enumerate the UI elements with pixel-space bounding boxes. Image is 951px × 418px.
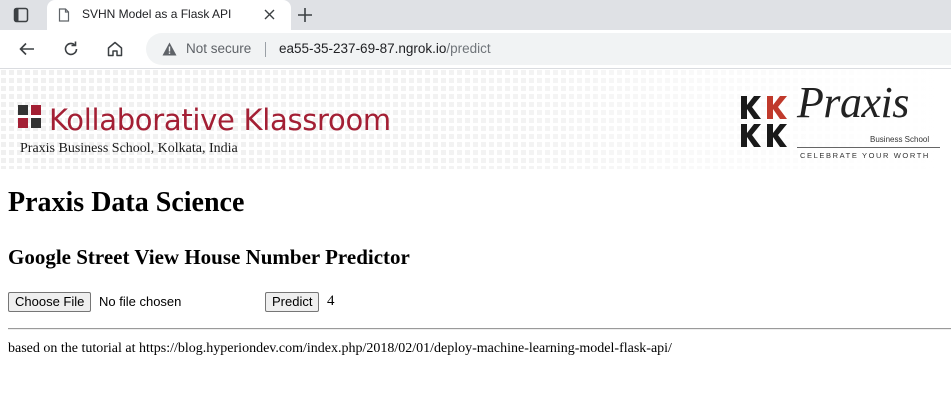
security-label[interactable]: Not secure bbox=[186, 41, 251, 56]
browser-toolbar: Not secure ea55-35-237-69-87.ngrok.io/pr… bbox=[0, 30, 951, 69]
page-title: Praxis Data Science bbox=[8, 187, 245, 218]
kollaborative-logo-icon bbox=[18, 105, 41, 128]
close-icon[interactable] bbox=[263, 8, 276, 21]
address-divider bbox=[265, 42, 266, 57]
praxis-logo-subtitle: Business School bbox=[870, 135, 930, 144]
prediction-result: 4 bbox=[327, 293, 335, 309]
praxis-logo-wordmark: Praxis bbox=[797, 78, 909, 127]
tab-title: SVHN Model as a Flask API bbox=[82, 7, 232, 21]
tab-actions-icon[interactable] bbox=[13, 7, 29, 23]
back-arrow-icon[interactable] bbox=[18, 40, 36, 58]
url-host: ea55-35-237-69-87.ngrok.io bbox=[279, 41, 447, 56]
choose-file-button[interactable]: Choose File bbox=[8, 292, 92, 312]
page-icon bbox=[58, 8, 70, 22]
page-subtitle: Google Street View House Number Predicto… bbox=[8, 245, 410, 269]
praxis-tagline: CELEBRATE YOUR WORTH bbox=[800, 151, 930, 160]
praxis-logo-rule bbox=[797, 147, 940, 148]
active-tab[interactable]: SVHN Model as a Flask API bbox=[47, 0, 291, 30]
new-tab-icon[interactable] bbox=[296, 6, 314, 24]
brand-subtitle: Praxis Business School, Kolkata, India bbox=[20, 141, 238, 156]
praxis-kk-logo-icon bbox=[741, 96, 787, 147]
browser-tab-strip: SVHN Model as a Flask API bbox=[0, 0, 951, 30]
page-banner: Kollaborative Klassroom Praxis Business … bbox=[0, 69, 951, 169]
footer-text: based on the tutorial at https://blog.hy… bbox=[8, 341, 672, 356]
url-text[interactable]: ea55-35-237-69-87.ngrok.io/predict bbox=[279, 41, 491, 56]
file-status-text: No file chosen bbox=[99, 294, 182, 309]
warning-icon[interactable] bbox=[162, 42, 177, 56]
predict-button[interactable]: Predict bbox=[265, 292, 320, 312]
divider bbox=[8, 328, 951, 330]
address-bar[interactable]: Not secure ea55-35-237-69-87.ngrok.io/pr… bbox=[146, 33, 951, 65]
home-icon[interactable] bbox=[106, 40, 124, 58]
reload-icon[interactable] bbox=[62, 40, 80, 58]
brand-title: Kollaborative Klassroom bbox=[49, 103, 391, 137]
url-path: /predict bbox=[446, 41, 491, 56]
